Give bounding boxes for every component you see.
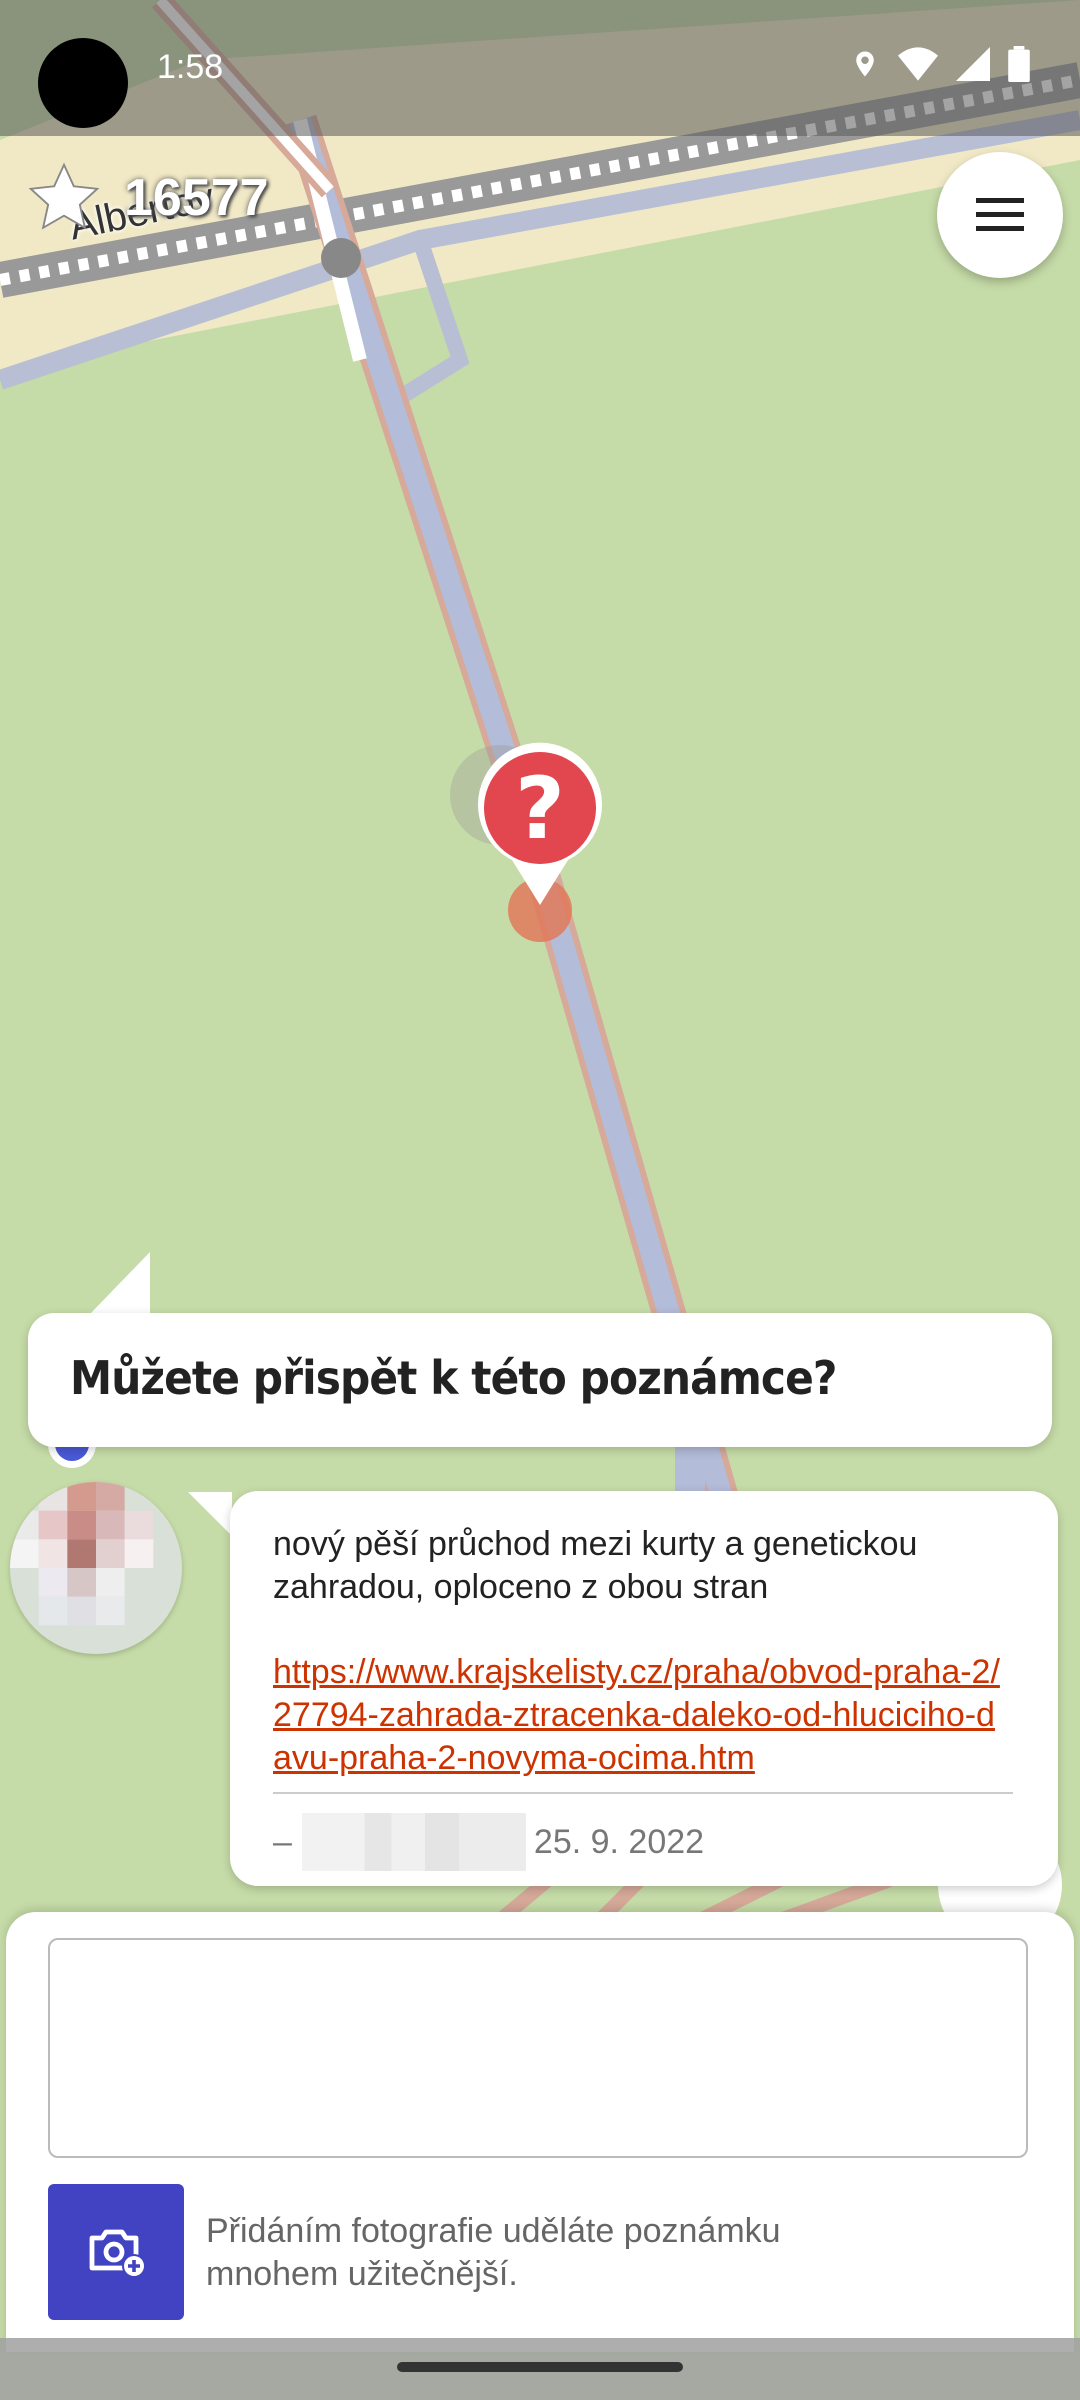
note-bubble: nový pěší průchod mezi kurty a geneticko… — [230, 1491, 1058, 1886]
hamburger-menu-icon — [976, 198, 1024, 231]
note-meta: – 25. 9. 2022 — [273, 1813, 704, 1871]
photo-hint: Přidáním fotografie uděláte poznámku mno… — [206, 2212, 781, 2293]
star-counter[interactable]: 16577 — [26, 160, 269, 236]
note-link[interactable]: https://www.krajskelisty.cz/praha/obvod-… — [273, 1651, 1013, 1780]
tip-bubble: Můžete přispět k této poznámce? — [28, 1313, 1052, 1447]
avatar — [10, 1482, 182, 1654]
status-icons — [850, 46, 1030, 82]
tip-title: Můžete přispět k této poznámce? — [70, 1351, 837, 1405]
star-icon — [28, 162, 100, 230]
compose-panel: Přidáním fotografie uděláte poznámku mno… — [6, 1912, 1074, 2352]
wifi-icon — [898, 47, 938, 81]
status-time: 1:58 — [157, 48, 224, 86]
location-icon — [856, 51, 874, 77]
menu-button[interactable] — [937, 152, 1063, 278]
author-name-redacted — [301, 1813, 526, 1871]
camera-cutout — [38, 38, 128, 128]
star-count: 16577 — [124, 169, 269, 227]
pin-question-glyph: ? — [515, 759, 565, 859]
add-photo-button[interactable] — [48, 2184, 184, 2320]
note-pin[interactable]: ? — [440, 740, 620, 980]
tip-bubble-tail — [88, 1252, 150, 1316]
signal-icon — [956, 47, 990, 81]
comment-input[interactable] — [48, 1938, 1028, 2158]
note-bubble-tail — [188, 1492, 232, 1536]
note-text: nový pěší průchod mezi kurty a geneticko… — [273, 1525, 918, 1606]
note-dash: – — [273, 1822, 292, 1861]
home-gesture-pill[interactable] — [397, 2362, 683, 2372]
battery-icon — [1008, 46, 1030, 82]
note-date: 25. 9. 2022 — [533, 1822, 705, 1861]
status-bar: 1:58 — [0, 0, 1080, 136]
note-divider — [273, 1792, 1013, 1794]
add-photo-icon — [89, 2229, 146, 2278]
